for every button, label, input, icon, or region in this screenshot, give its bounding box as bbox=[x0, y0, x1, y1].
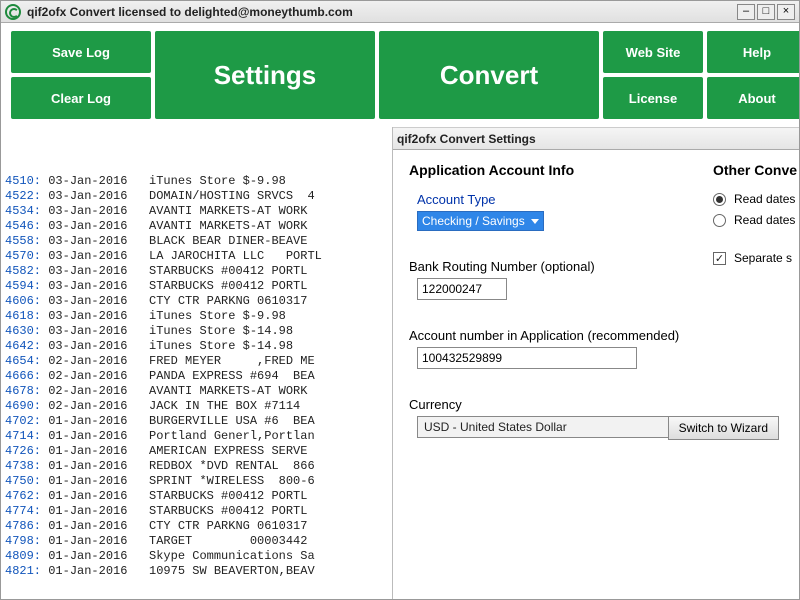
main-split: 4510: 03-Jan-2016 iTunes Store $-9.98452… bbox=[1, 127, 799, 600]
about-button[interactable]: About bbox=[707, 77, 800, 119]
log-line: 4738: 01-Jan-2016 REDBOX *DVD RENTAL 866 bbox=[5, 459, 388, 474]
log-line: 4690: 02-Jan-2016 JACK IN THE BOX #7114 bbox=[5, 399, 388, 414]
log-line: 4809: 01-Jan-2016 Skype Communications S… bbox=[5, 549, 388, 564]
log-line: 4606: 03-Jan-2016 CTY CTR PARKNG 0610317 bbox=[5, 294, 388, 309]
separate-checkbox[interactable]: ✓ Separate s bbox=[713, 251, 797, 265]
log-line: 4558: 03-Jan-2016 BLACK BEAR DINER-BEAVE bbox=[5, 234, 388, 249]
account-number-input[interactable] bbox=[417, 347, 637, 369]
help-button[interactable]: Help bbox=[707, 31, 800, 73]
routing-input[interactable] bbox=[417, 278, 507, 300]
log-line: 4510: 03-Jan-2016 iTunes Store $-9.98 bbox=[5, 174, 388, 189]
log-line: 4821: 01-Jan-2016 10975 SW BEAVERTON,BEA… bbox=[5, 564, 388, 579]
close-button[interactable]: × bbox=[777, 4, 795, 20]
settings-panel-title: qif2ofx Convert Settings bbox=[397, 132, 536, 146]
minimize-button[interactable]: – bbox=[737, 4, 755, 20]
titlebar: qif2ofx Convert licensed to delighted@mo… bbox=[1, 1, 799, 23]
log-line: 4774: 01-Jan-2016 STARBUCKS #00412 PORTL bbox=[5, 504, 388, 519]
log-line: 4582: 03-Jan-2016 STARBUCKS #00412 PORTL bbox=[5, 264, 388, 279]
log-line: 4522: 03-Jan-2016 DOMAIN/HOSTING SRVCS 4 bbox=[5, 189, 388, 204]
convert-button[interactable]: Convert bbox=[379, 31, 599, 119]
account-type-value: Checking / Savings bbox=[422, 214, 525, 228]
log-line: 4594: 03-Jan-2016 STARBUCKS #00412 PORTL bbox=[5, 279, 388, 294]
log-line: 4630: 03-Jan-2016 iTunes Store $-14.98 bbox=[5, 324, 388, 339]
save-log-button[interactable]: Save Log bbox=[11, 31, 151, 73]
log-line: 4678: 02-Jan-2016 AVANTI MARKETS-AT WORK bbox=[5, 384, 388, 399]
toolbar: Save Log Clear Log Settings Convert Web … bbox=[1, 23, 799, 127]
website-button[interactable]: Web Site bbox=[603, 31, 703, 73]
log-line: 4798: 01-Jan-2016 TARGET 00003442 bbox=[5, 534, 388, 549]
radio-icon bbox=[713, 214, 726, 227]
window-title: qif2ofx Convert licensed to delighted@mo… bbox=[27, 5, 735, 19]
checkbox-icon: ✓ bbox=[713, 252, 726, 265]
settings-panel: qif2ofx Convert Settings Application Acc… bbox=[393, 127, 799, 600]
log-line: 4762: 01-Jan-2016 STARBUCKS #00412 PORTL bbox=[5, 489, 388, 504]
account-number-label: Account number in Application (recommend… bbox=[409, 328, 783, 343]
log-line: 4534: 03-Jan-2016 AVANTI MARKETS-AT WORK bbox=[5, 204, 388, 219]
currency-label: Currency bbox=[409, 397, 783, 412]
maximize-button[interactable]: □ bbox=[757, 4, 775, 20]
read-dates-radio-2[interactable]: Read dates bbox=[713, 213, 797, 227]
app-window: qif2ofx Convert licensed to delighted@mo… bbox=[0, 0, 800, 600]
log-line: 4702: 01-Jan-2016 BURGERVILLE USA #6 BEA bbox=[5, 414, 388, 429]
chevron-down-icon bbox=[531, 219, 539, 224]
currency-value: USD - United States Dollar bbox=[418, 417, 698, 437]
log-line: 4642: 03-Jan-2016 iTunes Store $-14.98 bbox=[5, 339, 388, 354]
log-line: 4714: 01-Jan-2016 Portland Generl,Portla… bbox=[5, 429, 388, 444]
log-line: 4654: 02-Jan-2016 FRED MEYER ,FRED ME bbox=[5, 354, 388, 369]
read-dates-radio-1[interactable]: Read dates bbox=[713, 192, 797, 206]
log-pane[interactable]: 4510: 03-Jan-2016 iTunes Store $-9.98452… bbox=[1, 127, 393, 600]
settings-body: Application Account Info Account Type Ch… bbox=[393, 150, 799, 450]
radio-icon bbox=[713, 193, 726, 206]
settings-button[interactable]: Settings bbox=[155, 31, 375, 119]
other-heading: Other Conve bbox=[713, 162, 797, 178]
account-type-dropdown[interactable]: Checking / Savings bbox=[417, 211, 544, 231]
log-line: 4666: 02-Jan-2016 PANDA EXPRESS #694 BEA bbox=[5, 369, 388, 384]
other-column: Other Conve Read dates Read dates ✓ Sepa… bbox=[713, 162, 797, 272]
license-button[interactable]: License bbox=[603, 77, 703, 119]
clear-log-button[interactable]: Clear Log bbox=[11, 77, 151, 119]
switch-to-wizard-button[interactable]: Switch to Wizard bbox=[668, 416, 779, 440]
settings-panel-titlebar: qif2ofx Convert Settings bbox=[393, 128, 799, 150]
log-line: 4546: 03-Jan-2016 AVANTI MARKETS-AT WORK bbox=[5, 219, 388, 234]
log-line: 4618: 03-Jan-2016 iTunes Store $-9.98 bbox=[5, 309, 388, 324]
app-icon bbox=[5, 4, 21, 20]
log-line: 4570: 03-Jan-2016 LA JAROCHITA LLC PORTL bbox=[5, 249, 388, 264]
log-line: 4786: 01-Jan-2016 CTY CTR PARKNG 0610317 bbox=[5, 519, 388, 534]
log-line: 4726: 01-Jan-2016 AMERICAN EXPRESS SERVE bbox=[5, 444, 388, 459]
log-line: 4750: 01-Jan-2016 SPRINT *WIRELESS 800-6 bbox=[5, 474, 388, 489]
